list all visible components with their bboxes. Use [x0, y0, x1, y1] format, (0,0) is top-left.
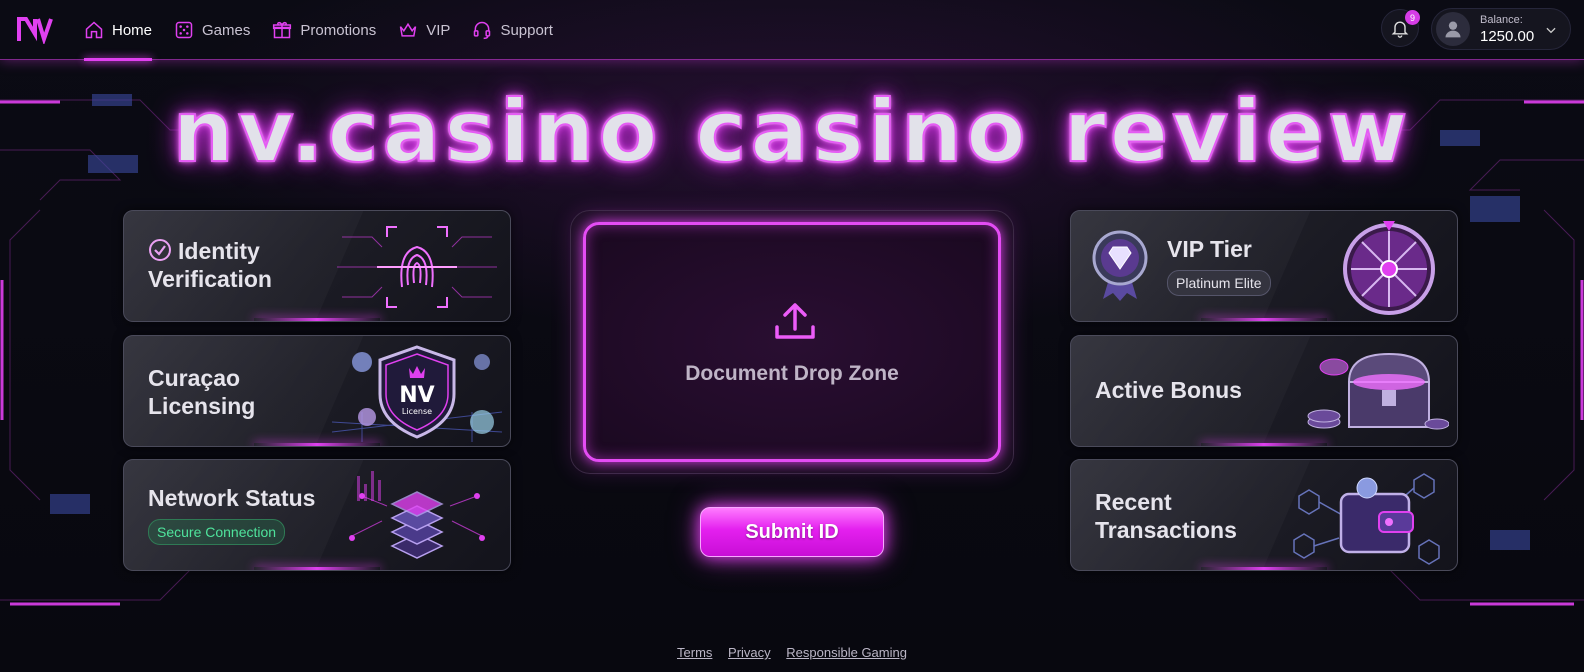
nav-item-label: Promotions	[300, 21, 377, 39]
treasure-chest-icon	[1307, 352, 1449, 430]
drop-zone-label: Document Drop Zone	[685, 362, 899, 385]
home-icon	[85, 21, 103, 39]
card-title: Identity Verification	[148, 238, 272, 292]
gift-icon	[273, 21, 292, 39]
wheel-icon	[1343, 221, 1435, 315]
dice-icon	[175, 21, 193, 39]
tier-badge: Platinum Elite	[1167, 270, 1271, 296]
card-title: Curaçao Licensing	[148, 365, 256, 419]
nav-item-label: VIP	[426, 21, 451, 39]
status-badge: Secure Connection	[148, 519, 286, 545]
nav-item-label: Games	[202, 21, 251, 39]
nav-item-label: Support	[500, 21, 553, 39]
license-badge-sub: License	[402, 407, 432, 416]
document-drop-zone[interactable]: Document Drop Zone	[583, 222, 1001, 462]
check-circle-icon	[149, 239, 171, 261]
responsible-gaming-link[interactable]: Responsible Gaming	[786, 645, 907, 660]
identity-verification-card[interactable]: Identity Verification	[123, 210, 511, 322]
balance-value: 1250.00	[1480, 27, 1535, 45]
account-menu[interactable]: Balance: 1250.00	[1431, 8, 1571, 50]
nv-logo[interactable]	[16, 14, 54, 44]
curacao-licensing-card[interactable]: Curaçao Licensing NV License	[123, 335, 511, 447]
notification-count-badge: 9	[1405, 10, 1420, 25]
card-title: Active Bonus	[1095, 377, 1242, 403]
upload-icon	[775, 303, 815, 339]
headset-icon	[474, 21, 491, 40]
privacy-link[interactable]: Privacy	[728, 645, 771, 660]
notifications-button[interactable]: 9	[1381, 9, 1420, 47]
nav-item-games[interactable]: Games	[174, 0, 250, 60]
active-bonus-card[interactable]: Active Bonus	[1070, 335, 1458, 447]
network-status-card[interactable]: Network Status Secure Connection	[123, 459, 511, 571]
terms-link[interactable]: Terms	[677, 645, 712, 660]
license-badge-text: NV	[399, 383, 434, 408]
page-title: nv.casino casino review	[172, 81, 1412, 183]
diamond-medal-icon	[1092, 230, 1148, 301]
crown-icon	[400, 22, 417, 37]
top-navbar: Home Games Promotions VIP Support 9 Bala…	[0, 0, 1584, 61]
card-title: Network Status	[148, 485, 316, 511]
wallet-icon	[1293, 473, 1440, 565]
nav-item-promotions[interactable]: Promotions	[272, 0, 376, 60]
card-title: Recent Transactions	[1095, 489, 1237, 543]
chevron-down-icon	[1546, 27, 1556, 34]
submit-id-button[interactable]: Submit ID	[700, 507, 884, 557]
recent-transactions-card[interactable]: Recent Transactions	[1070, 459, 1458, 571]
nav-menu: Home Games Promotions VIP Support	[84, 0, 575, 61]
balance-label: Balance:	[1480, 13, 1523, 26]
vip-tier-card[interactable]: VIP Tier Platinum Elite	[1070, 210, 1458, 322]
footer: Terms Privacy Responsible Gaming	[0, 645, 1584, 660]
nav-item-home[interactable]: Home	[84, 0, 153, 61]
nav-item-vip[interactable]: VIP	[398, 0, 450, 60]
shield-icon: NV License	[332, 345, 502, 442]
server-icon	[349, 471, 485, 559]
nav-item-label: Home	[112, 21, 153, 39]
fingerprint-icon	[337, 226, 497, 308]
user-icon	[1445, 21, 1461, 38]
avatar	[1436, 12, 1470, 46]
nav-item-support[interactable]: Support	[472, 0, 553, 60]
card-title: VIP Tier	[1167, 236, 1252, 262]
balance: Balance: 1250.00	[1480, 13, 1535, 45]
